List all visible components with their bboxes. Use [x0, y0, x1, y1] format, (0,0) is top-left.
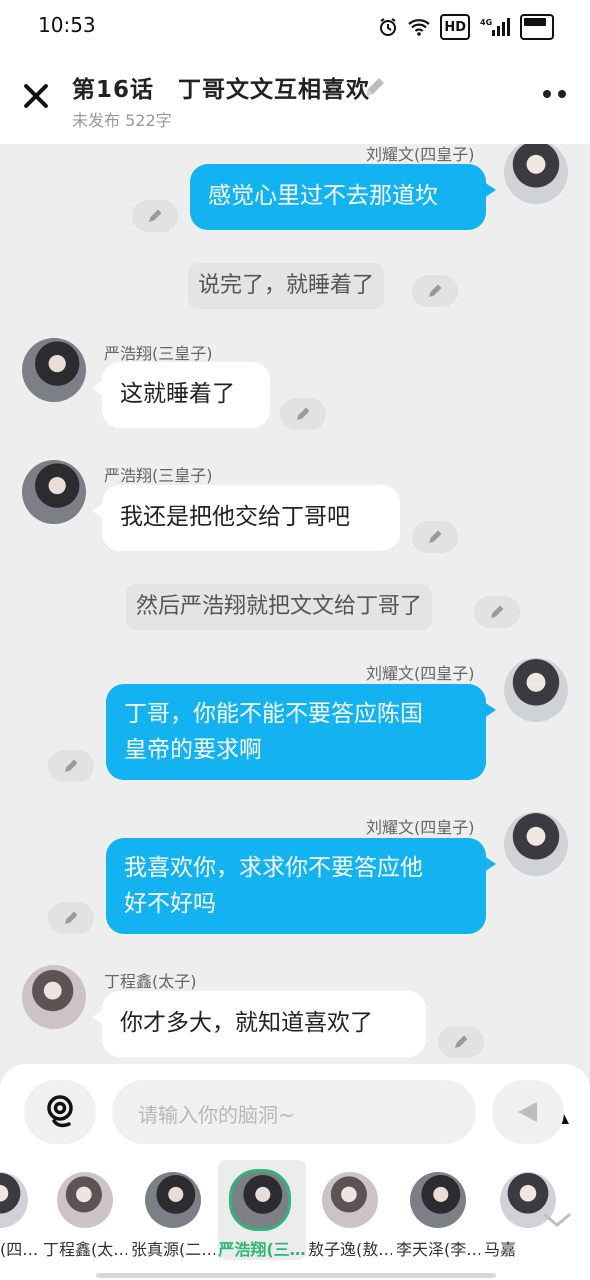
- character-avatar: [0, 1172, 28, 1228]
- speaker-name: 刘耀文(四皇子): [366, 145, 475, 164]
- character-option[interactable]: 敖子逸(敖…: [308, 1160, 392, 1260]
- avatar[interactable]: [22, 338, 86, 402]
- speaker-name: 刘耀文(四皇子): [366, 818, 475, 837]
- edit-message-button[interactable]: [474, 596, 520, 628]
- avatar[interactable]: [22, 460, 86, 524]
- edit-message-button[interactable]: [280, 398, 326, 430]
- battery-icon: [520, 14, 554, 40]
- character-label: 马嘉: [484, 1240, 517, 1259]
- more-options-button[interactable]: [543, 90, 566, 98]
- pencil-icon: [429, 284, 442, 297]
- status-time: 10:53: [38, 13, 96, 37]
- speaker-name: 严浩翔(三皇子): [104, 466, 213, 485]
- character-option[interactable]: 李天泽(李…: [396, 1160, 480, 1260]
- chevron-down-icon[interactable]: [542, 1210, 572, 1230]
- chat-bubble[interactable]: 丁哥，你能不能不要答应陈国 皇帝的要求啊: [106, 684, 496, 780]
- character-label: 丁程鑫(太…: [43, 1240, 127, 1259]
- character-label: 张真源(二…: [131, 1240, 215, 1259]
- speaker-name: 刘耀文(四皇子): [366, 664, 475, 683]
- pencil-icon: [429, 530, 442, 543]
- send-icon: [518, 1102, 537, 1122]
- pencil-icon: [65, 911, 78, 924]
- chat-bubble-line: 好不好吗: [124, 891, 216, 917]
- pencil-icon: [149, 209, 162, 222]
- edit-message-button[interactable]: [412, 275, 458, 307]
- avatar[interactable]: [504, 658, 568, 722]
- character-option[interactable]: 丁程鑫(太…: [43, 1160, 127, 1260]
- hd-icon: HD: [440, 14, 470, 40]
- character-avatar: [229, 1169, 291, 1231]
- close-button[interactable]: [20, 80, 52, 112]
- status-icons: HD 4G: [378, 14, 554, 40]
- message-input[interactable]: 请输入你的脑洞~: [112, 1080, 569, 1144]
- pencil-icon: [65, 759, 78, 772]
- chat-bubble[interactable]: 你才多大，就知道喜欢了: [92, 991, 426, 1057]
- character-avatar: [57, 1172, 113, 1228]
- narration-text[interactable]: 然后严浩翔就把文文给丁哥了: [126, 584, 433, 630]
- chat-bubble-line: 丁哥，你能不能不要答应陈国: [124, 701, 423, 727]
- character-label: (四…: [0, 1240, 39, 1259]
- draft-status: 未发布 522字: [72, 111, 172, 130]
- narration-text[interactable]: 说完了，就睡着了: [188, 263, 385, 309]
- gesture-bar: [96, 1273, 496, 1278]
- pencil-icon: [297, 407, 310, 420]
- chat-bubble[interactable]: 这就睡着了: [92, 362, 270, 428]
- chat-bubble-line: 我喜欢你，求求你不要答应他: [124, 855, 423, 881]
- send-button[interactable]: [492, 1080, 564, 1144]
- signal-icon: 4G: [480, 16, 510, 38]
- chat-bubble-line: 皇帝的要求啊: [124, 737, 262, 763]
- edit-message-button[interactable]: [438, 1026, 484, 1058]
- character-selector[interactable]: (四… 丁程鑫(太… 张真源(二… 严浩翔(三… 敖子逸(敖… 李天泽(李… 马…: [0, 1160, 590, 1280]
- swirl-icon: [47, 1095, 73, 1128]
- composer: 请输入你的脑洞~: [0, 1064, 590, 1160]
- edit-message-button[interactable]: [48, 902, 94, 934]
- speaker-name: 丁程鑫(太子): [104, 972, 197, 991]
- character-option[interactable]: 张真源(二…: [131, 1160, 215, 1260]
- chat-area[interactable]: 刘耀文(四皇子) 感觉心里过不去那道坎 说完了，就睡着了 严浩翔(三皇子) 这就…: [0, 144, 590, 1064]
- avatar[interactable]: [504, 812, 568, 876]
- status-bar: 10:53 HD 4G: [0, 0, 590, 52]
- edit-message-button[interactable]: [412, 521, 458, 553]
- pencil-icon: [455, 1035, 468, 1048]
- character-avatar: [145, 1172, 201, 1228]
- character-label: 严浩翔(三…: [218, 1240, 306, 1259]
- chat-bubble[interactable]: 我喜欢你，求求你不要答应他 好不好吗: [106, 838, 496, 934]
- edit-message-button[interactable]: [48, 750, 94, 782]
- speaker-name: 严浩翔(三皇子): [104, 344, 213, 363]
- chat-bubble[interactable]: 感觉心里过不去那道坎: [190, 164, 496, 230]
- character-avatar: [322, 1172, 378, 1228]
- svg-text:4G: 4G: [480, 18, 492, 27]
- header: 第16话 丁哥文文互相喜欢 未发布 522字: [0, 52, 590, 144]
- avatar[interactable]: [22, 965, 86, 1029]
- message-input-placeholder: 请输入你的脑洞~: [138, 1103, 295, 1127]
- character-avatar: [410, 1172, 466, 1228]
- pencil-icon: [491, 605, 504, 618]
- avatar[interactable]: [504, 144, 568, 204]
- brain-idea-button[interactable]: [24, 1080, 96, 1144]
- wifi-icon: [408, 16, 431, 38]
- chat-bubble[interactable]: 我还是把他交给丁哥吧: [92, 485, 400, 551]
- character-option[interactable]: 马嘉: [484, 1160, 556, 1260]
- edit-title-icon[interactable]: [362, 74, 388, 100]
- character-label: 李天泽(李…: [396, 1240, 480, 1259]
- edit-message-button[interactable]: [132, 200, 178, 232]
- alarm-icon: [378, 16, 398, 38]
- character-label: 敖子逸(敖…: [308, 1240, 392, 1259]
- page-title: 第16话 丁哥文文互相喜欢: [72, 77, 371, 103]
- character-option-selected[interactable]: 严浩翔(三…: [218, 1160, 306, 1260]
- character-option[interactable]: (四…: [0, 1160, 42, 1260]
